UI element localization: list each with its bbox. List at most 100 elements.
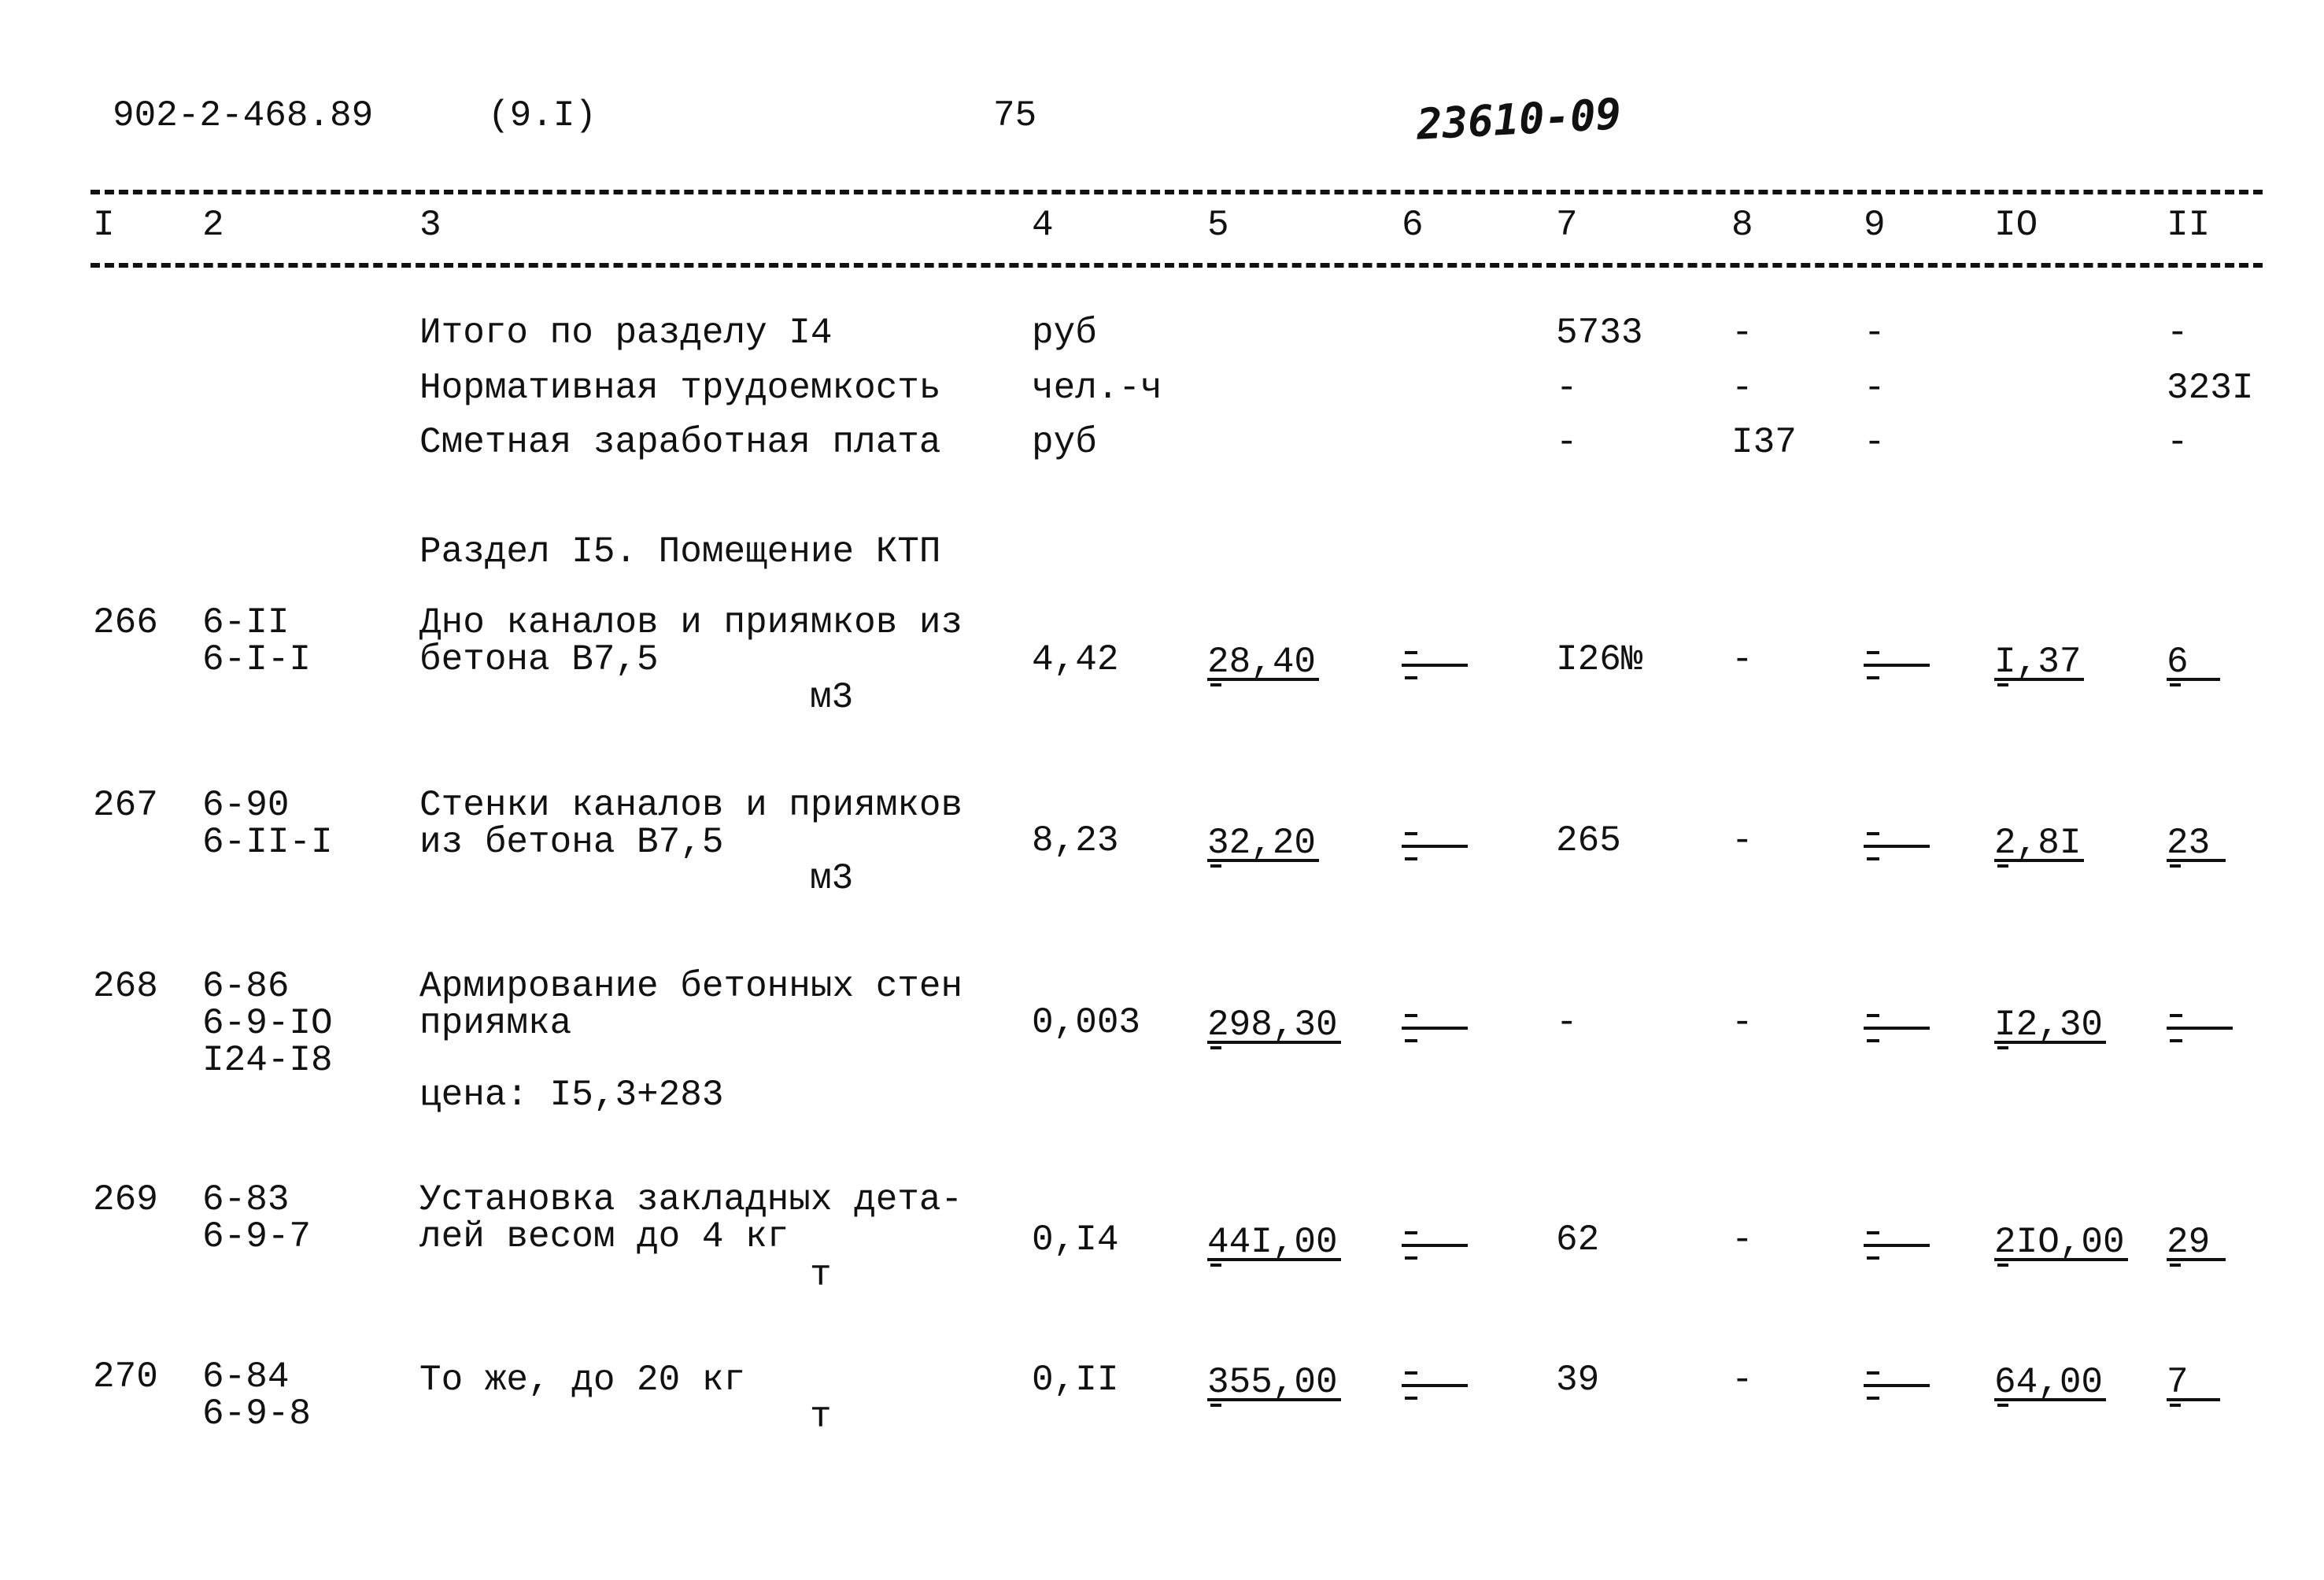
- price-note: цена: I5,3+283: [419, 1075, 724, 1116]
- empty-fraction: [1402, 642, 1468, 689]
- labor-unit: I,37: [1994, 644, 2085, 686]
- labor-unit-value: I,37: [1994, 644, 2085, 681]
- total-unit: чел.-ч: [1032, 368, 1162, 409]
- total-c11: -: [2167, 422, 2189, 463]
- labor-unit: 2,8I: [1994, 825, 2085, 868]
- empty-fraction: [1864, 642, 1930, 689]
- quantity: 0,I4: [1032, 1219, 1119, 1260]
- labor-unit-value: I2,30: [1994, 1007, 2107, 1044]
- labor-unit: 64,00: [1994, 1364, 2107, 1407]
- code-line: 6-86: [202, 966, 290, 1007]
- quantity: 4,42: [1032, 639, 1119, 680]
- code-line: 6-9-7: [202, 1216, 312, 1257]
- row-number: 269: [93, 1179, 158, 1220]
- labor-unit: 2IO,00: [1994, 1224, 2128, 1267]
- row-number: 270: [93, 1356, 158, 1397]
- description-line: Армирование бетонных стен: [419, 966, 963, 1007]
- total-label: Сметная заработная плата: [419, 422, 941, 463]
- code-line: I24-I8: [202, 1040, 333, 1081]
- code-line: 6-84: [202, 1356, 290, 1397]
- unit-cost: 44I,00: [1207, 1224, 1341, 1267]
- unit-cost-value: 28,40: [1207, 644, 1320, 681]
- code-line: 6-83: [202, 1179, 290, 1220]
- labor-total-value: 7: [2167, 1364, 2220, 1401]
- labor-unit-value: 2,8I: [1994, 825, 2085, 862]
- empty-fraction: [1402, 823, 1468, 870]
- code-line: 6-II-I: [202, 822, 333, 863]
- unit-cost-value: 298,30: [1207, 1007, 1341, 1044]
- col8-value: -: [1731, 639, 1753, 680]
- col-header: 2: [202, 205, 224, 246]
- total-c11: -: [2167, 313, 2189, 353]
- description-line: Стенки каналов и приямков: [419, 785, 963, 826]
- description-line: Установка закладных дета-: [419, 1179, 963, 1220]
- inventory-stamp: 23610-09: [1415, 89, 1623, 150]
- labor-total-value: 6: [2167, 644, 2220, 681]
- description-line: лей весом до 4 кг: [419, 1216, 789, 1257]
- code-line: 6-I-I: [202, 639, 312, 680]
- section-title: Раздел I5. Помещение КТП: [419, 531, 941, 572]
- total-c9: -: [1864, 368, 1886, 409]
- divider-bottom: [91, 263, 2263, 268]
- col-header: I: [93, 205, 115, 246]
- total-c8: I37: [1731, 422, 1797, 463]
- unit-cost: 355,00: [1207, 1364, 1341, 1407]
- code-line: 6-II: [202, 602, 290, 643]
- quantity: 0,003: [1032, 1002, 1141, 1043]
- total-cost: 39: [1556, 1360, 1600, 1401]
- labor-unit: I2,30: [1994, 1007, 2107, 1049]
- quantity: 0,II: [1032, 1360, 1119, 1401]
- unit-cost-value: 44I,00: [1207, 1224, 1341, 1261]
- labor-unit-value: 2IO,00: [1994, 1224, 2128, 1261]
- total-c7: -: [1556, 368, 1578, 409]
- doc-code: 902-2-468.89: [113, 95, 374, 136]
- unit-cost: 298,30: [1207, 1007, 1341, 1049]
- col8-value: -: [1731, 820, 1753, 861]
- labor-total: 23: [2167, 825, 2226, 868]
- empty-fraction: [2167, 1005, 2233, 1052]
- row-number: 268: [93, 966, 158, 1007]
- unit: м3: [810, 858, 854, 899]
- col-header: II: [2167, 205, 2211, 246]
- description-line: То же, до 20 кг: [419, 1360, 746, 1401]
- quantity: 8,23: [1032, 820, 1119, 861]
- total-c9: -: [1864, 422, 1886, 463]
- total-cost: -: [1556, 1002, 1578, 1043]
- empty-fraction: [1864, 1005, 1930, 1052]
- total-cost: I26№: [1556, 639, 1643, 680]
- labor-total-value: 29: [2167, 1224, 2226, 1261]
- labor-total: 6: [2167, 644, 2220, 686]
- total-c7: 5733: [1556, 313, 1643, 353]
- empty-fraction: [1864, 1222, 1930, 1269]
- row-number: 266: [93, 602, 158, 643]
- code-line: 6-9-8: [202, 1393, 312, 1434]
- col-header: IO: [1994, 205, 2038, 246]
- unit-cost-value: 32,20: [1207, 825, 1320, 862]
- code-line: 6-9-IO: [202, 1003, 333, 1044]
- empty-fraction: [1864, 1362, 1930, 1409]
- total-unit: руб: [1032, 313, 1097, 353]
- total-c9: -: [1864, 313, 1886, 353]
- unit: т: [810, 1397, 832, 1438]
- unit-cost-value: 355,00: [1207, 1364, 1341, 1401]
- description-line: Дно каналов и приямков из: [419, 602, 963, 643]
- empty-fraction: [1402, 1222, 1468, 1269]
- labor-unit-value: 64,00: [1994, 1364, 2107, 1401]
- total-cost: 265: [1556, 820, 1621, 861]
- section-number: (9.I): [488, 95, 597, 136]
- total-c7: -: [1556, 422, 1578, 463]
- total-c8: -: [1731, 368, 1753, 409]
- col-header: 8: [1731, 205, 1753, 246]
- divider-top: [91, 190, 2263, 194]
- col8-value: -: [1731, 1002, 1753, 1043]
- description-line: приямка: [419, 1003, 572, 1044]
- empty-fraction: [1402, 1005, 1468, 1052]
- total-label: Итого по разделу I4: [419, 313, 833, 353]
- labor-total: 7: [2167, 1364, 2220, 1407]
- labor-total: 29: [2167, 1224, 2226, 1267]
- col-header: 5: [1207, 205, 1229, 246]
- description-line: из бетона В7,5: [419, 822, 724, 863]
- code-line: 6-90: [202, 785, 290, 826]
- col8-value: -: [1731, 1219, 1753, 1260]
- total-c8: -: [1731, 313, 1753, 353]
